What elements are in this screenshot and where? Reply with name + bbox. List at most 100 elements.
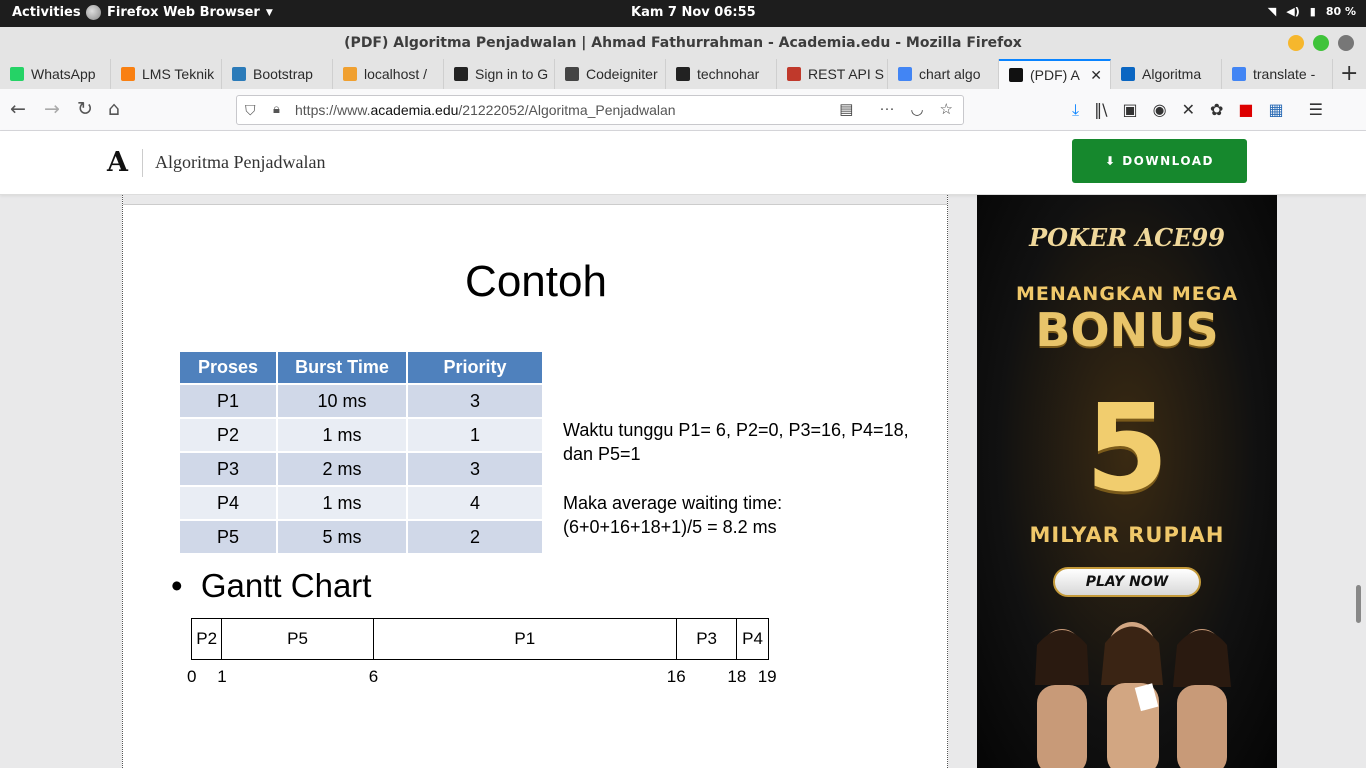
app-menu[interactable]: Firefox Web Browser ▼ (86, 5, 273, 20)
table-cell: 2 (406, 519, 544, 555)
gantt-tick-label: 19 (757, 667, 777, 686)
account-icon[interactable]: ◉ (1153, 100, 1167, 120)
gantt-chart: P2 P5 P1 P3 P4 (191, 618, 769, 660)
table-row: P4 1 ms 4 (178, 485, 544, 521)
url-text[interactable]: https://www.academia.edu/21222052/Algori… (295, 102, 676, 118)
tab-label: Codeigniter (586, 66, 658, 82)
extension-x-icon[interactable]: ✕ (1182, 100, 1195, 120)
tracking-shield-icon[interactable]: ⛉ (245, 102, 256, 119)
wifi-icon: ◥ (1267, 5, 1277, 18)
close-window-button[interactable] (1338, 35, 1354, 51)
page-actions-icon[interactable]: ··· (879, 100, 894, 118)
academia-logo[interactable]: A (107, 147, 128, 178)
tab-label: Algoritma (1142, 66, 1202, 82)
system-tray[interactable]: ◥ ◀) ▮ 80 % (1268, 5, 1356, 18)
forward-button[interactable]: → (44, 98, 60, 120)
back-button[interactable]: ← (10, 98, 26, 120)
browser-tab[interactable]: Bootstrap (222, 59, 333, 89)
gantt-tick-label: 16 (666, 667, 686, 686)
scrollbar-thumb[interactable] (1356, 585, 1361, 623)
tab-label: technohar (697, 66, 760, 82)
extension-red-icon[interactable]: ■ (1238, 100, 1253, 120)
gantt-heading: • Gantt Chart (171, 567, 372, 604)
table-cell: 1 ms (276, 417, 408, 453)
reload-button[interactable]: ↻ (77, 98, 93, 120)
academia-icon (1009, 68, 1023, 82)
ad-subline: MILYAR RUPIAH (1029, 523, 1225, 547)
browser-tab[interactable]: Codeigniter (555, 59, 666, 89)
bookmark-star-icon[interactable]: ☆ (940, 100, 953, 118)
column-header: Burst Time (276, 350, 408, 385)
table-cell: 3 (406, 383, 544, 419)
document-title: Algoritma Penjadwalan (155, 152, 326, 172)
bootstrap-icon (232, 67, 246, 81)
app-name: Firefox Web Browser (107, 5, 260, 20)
waiting-time-line: Waktu tunggu P1= 6, P2=0, P3=16, P4=18, … (563, 420, 909, 464)
browser-tab[interactable]: Algoritma (1111, 59, 1222, 89)
browser-tab[interactable]: Sign in to G (444, 59, 555, 89)
home-button[interactable]: ⌂ (108, 98, 120, 120)
google-icon (1232, 67, 1246, 81)
codeigniter-icon (565, 67, 579, 81)
tab-label: LMS Teknik (142, 66, 215, 82)
clock[interactable]: Kam 7 Nov 06:55 (631, 5, 756, 20)
maximize-button[interactable] (1313, 35, 1329, 51)
table-cell: 1 ms (276, 485, 408, 521)
download-icon[interactable]: ⤓ (1072, 100, 1079, 120)
table-cell: 1 (406, 417, 544, 453)
lock-icon[interactable]: 🔒︎ (273, 101, 280, 117)
page-separator (123, 195, 947, 205)
tab-label: Sign in to G (475, 66, 549, 82)
battery-icon: ▮ (1309, 5, 1316, 18)
table-row: P1 10 ms 3 (178, 383, 544, 419)
whatsapp-icon (10, 67, 24, 81)
linkedin-icon (1121, 67, 1135, 81)
browser-tab[interactable]: REST API S (777, 59, 888, 89)
navigation-toolbar: ← → ↻ ⌂ ⛉ 🔒︎ https://www.academia.edu/21… (0, 89, 1366, 131)
pdf-page: Contoh Proses Burst Time Priority P1 10 … (122, 195, 948, 768)
volume-icon: ◀) (1286, 5, 1300, 18)
minimize-button[interactable] (1288, 35, 1304, 51)
slide-title: Contoh (465, 257, 607, 306)
close-tab-icon[interactable]: ✕ (1090, 67, 1102, 84)
new-tab-button[interactable]: + (1340, 61, 1358, 86)
url-bar[interactable]: ⛉ 🔒︎ https://www.academia.edu/21222052/A… (236, 95, 964, 125)
ad-bonus: BONUS (1035, 303, 1219, 357)
pocket-icon[interactable]: ◡ (910, 100, 923, 118)
reader-view-icon[interactable]: ▤ (839, 100, 853, 118)
browser-tab[interactable]: technohar (666, 59, 777, 89)
gantt-tick-label: 18 (727, 667, 747, 686)
browser-tab[interactable]: WhatsApp (0, 59, 111, 89)
table-row: P5 5 ms 2 (178, 519, 544, 555)
gantt-tick-label: 1 (217, 667, 227, 686)
tab-label: WhatsApp (31, 66, 96, 82)
download-button[interactable]: ⬇ DOWNLOAD (1072, 139, 1247, 183)
extension-paw-icon[interactable]: ✿ (1210, 100, 1223, 120)
advertisement-banner[interactable]: POKER ACE99 MENANGKAN MEGA BONUS 5 MILYA… (977, 195, 1277, 768)
gantt-segment: P5 (222, 619, 374, 659)
browser-tab[interactable]: (PDF) A ✕ (999, 59, 1111, 89)
sidebar-icon[interactable]: ▣ (1122, 100, 1137, 120)
ad-play-now-button[interactable]: PLAY NOW (1053, 567, 1201, 597)
phpmyadmin-icon (343, 67, 357, 81)
table-cell: 3 (406, 451, 544, 487)
browser-tab[interactable]: translate - (1222, 59, 1333, 89)
table-row: P3 2 ms 3 (178, 451, 544, 487)
academia-header: A Algoritma Penjadwalan ⬇ DOWNLOAD (0, 131, 1366, 195)
table-cell: 2 ms (276, 451, 408, 487)
browser-tab[interactable]: chart algo (888, 59, 999, 89)
gantt-segment: P3 (677, 619, 738, 659)
google-icon (898, 67, 912, 81)
browser-tab[interactable]: LMS Teknik (111, 59, 222, 89)
library-icon[interactable]: ‖\ (1094, 100, 1107, 120)
browser-tab[interactable]: localhost / (333, 59, 444, 89)
column-header: Proses (178, 350, 278, 385)
system-top-bar: Activities Firefox Web Browser ▼ Kam 7 N… (0, 0, 1366, 27)
activities-button[interactable]: Activities (12, 5, 81, 20)
download-arrow-icon: ⬇ (1104, 154, 1123, 168)
menu-icon[interactable]: ☰ (1309, 100, 1323, 120)
table-cell: 4 (406, 485, 544, 521)
waiting-time-text: Waktu tunggu P1= 6, P2=0, P3=16, P4=18, … (563, 418, 933, 539)
table-row: P2 1 ms 1 (178, 417, 544, 453)
extension-blue-icon[interactable]: ▦ (1269, 100, 1284, 120)
